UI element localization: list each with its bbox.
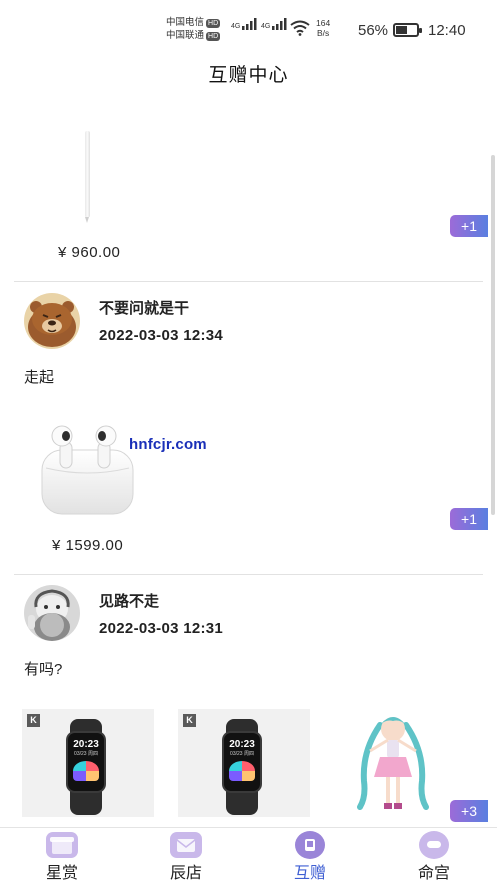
gift-image-smartwatch[interactable]: K 20:23 03/23 周四 [178,709,310,817]
watch-time: 20:23 [229,739,255,750]
carrier-1: 中国电信 [166,17,205,28]
mail-icon [170,832,202,858]
network-speed: 164 B/s [316,18,330,38]
plus-three-button[interactable]: +3 [450,800,488,822]
tab-chendian[interactable]: 辰店 [124,828,248,883]
hd-badge-2: HD [206,32,221,41]
battery-level [396,26,407,34]
tab-xingshang[interactable]: 星赏 [0,828,124,883]
bear-avatar-icon [24,293,80,349]
speed-unit: B/s [316,28,330,38]
post-text: 有吗? [24,661,63,678]
portrait-avatar-icon [24,585,80,641]
activity-rings-icon [229,761,255,781]
carrier-info: 中国电信 HD 中国联通 HD [166,16,221,42]
avatar[interactable] [24,293,80,349]
gift-image-smartwatch[interactable]: K 20:23 03/23 周四 [22,709,154,817]
gift-price: ¥ 1599.00 [52,537,124,554]
wifi-icon [290,20,310,38]
bottom-tab-bar: 星赏 辰店 互赠 命宫 [0,827,497,883]
post-username[interactable]: 不要问就是干 [99,297,189,318]
watch-face: 20:23 03/23 周四 [66,731,106,793]
gift-image-stylus[interactable] [84,131,90,223]
brand-logo: K [27,714,40,727]
post-divider [14,574,483,575]
signal-icon-1: 4G [231,18,258,30]
tab-label: 辰店 [169,865,202,882]
carrier-2: 中国联通 [166,30,205,41]
post-time: 2022-03-03 12:31 [99,620,224,637]
post-time: 2022-03-03 12:34 [99,327,224,344]
signal-icon-2: 4G [261,18,288,30]
post-username[interactable]: 见路不走 [99,590,159,611]
avatar[interactable] [24,585,80,641]
tab-label: 互赠 [293,865,326,882]
scrollbar[interactable] [491,155,495,515]
plus-one-button[interactable]: +1 [450,215,488,237]
gift-image-airpods[interactable] [40,424,135,516]
tab-label: 星赏 [45,865,78,882]
stylus-tip [85,217,89,223]
gift-price: ¥ 960.00 [58,244,121,261]
chat-icon [419,831,449,859]
network-type-1: 4G [231,23,241,30]
status-clock: 12:40 [428,22,466,39]
page-title: 互赠中心 [208,65,289,86]
tab-minggong[interactable]: 命宫 [372,828,496,883]
plus-one-button[interactable]: +1 [450,508,488,530]
anime-figure-icon [357,717,429,810]
watch-face: 20:23 03/23 周四 [222,731,262,793]
airpods-icon [41,425,134,515]
gift-image-figurine[interactable] [350,711,436,817]
battery-icon [393,23,422,37]
watch-date: 03/23 周四 [74,751,98,757]
watermark-text: hnfcjr.com [129,436,207,453]
hd-badge-1: HD [206,19,221,28]
network-type-2: 4G [261,23,271,30]
post-divider [14,281,483,282]
post-text: 走起 [24,369,55,386]
activity-rings-icon [73,761,99,781]
watch-date: 03/23 周四 [230,751,254,757]
battery-percent: 56% [358,22,389,39]
gift-box-icon [46,832,78,858]
speed-value: 164 [316,18,331,28]
watch-time: 20:23 [73,739,99,750]
stylus-body [84,131,90,217]
tab-huzeng[interactable]: 互赠 [248,828,372,883]
exchange-icon [295,831,325,859]
brand-logo: K [183,714,196,727]
status-bar: 中国电信 HD 中国联通 HD 4G 4G 164 B/s 56% 12:40 [0,0,497,48]
tab-label: 命宫 [417,865,450,882]
